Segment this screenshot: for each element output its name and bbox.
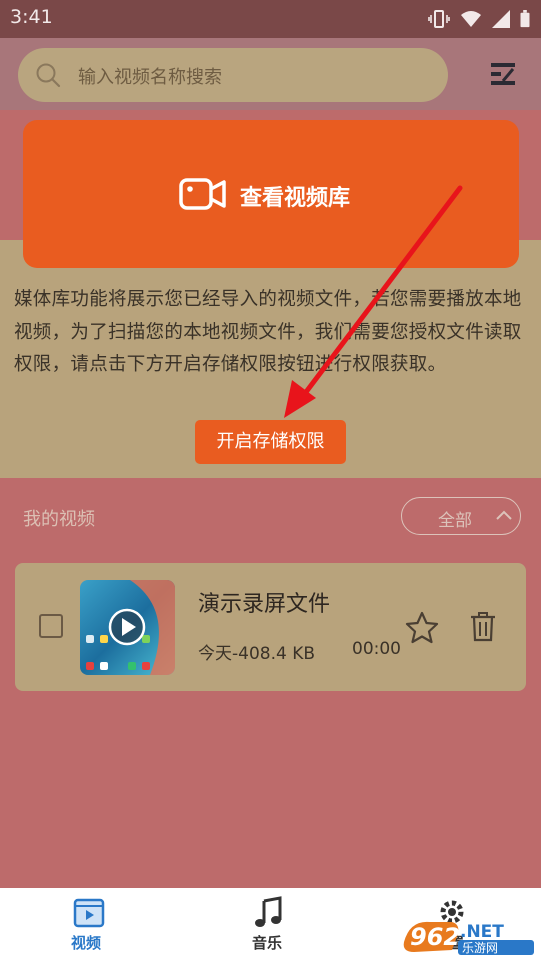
svg-text:962: 962 <box>410 923 460 951</box>
wifi-icon <box>461 11 481 27</box>
filter-label: 全部 <box>438 511 472 531</box>
watermark-logo: 962 .NET 乐游网 <box>400 912 538 956</box>
nav-label-music: 音乐 <box>252 934 283 952</box>
delete-trash-icon[interactable] <box>470 612 496 642</box>
video-thumbnail[interactable] <box>80 580 175 675</box>
svg-text:乐游网: 乐游网 <box>462 941 498 955</box>
battery-icon <box>520 10 530 28</box>
video-thumbnail-image <box>80 580 175 675</box>
nav-label-video: 视频 <box>71 934 102 952</box>
edit-list-icon[interactable] <box>489 61 517 87</box>
video-icon <box>73 898 105 928</box>
music-note-icon <box>255 896 282 927</box>
my-videos-heading: 我的视频 <box>23 509 95 530</box>
select-checkbox[interactable] <box>39 614 63 638</box>
chevron-up-icon <box>496 510 512 520</box>
video-meta: 今天-408.4 KB <box>198 644 316 664</box>
enable-storage-permission-button[interactable]: 开启存储权限 <box>195 420 346 464</box>
status-bar <box>0 0 541 38</box>
nav-tab-video[interactable]: 视频 <box>58 896 120 956</box>
video-title: 演示录屏文件 <box>198 592 331 617</box>
cell-signal-icon <box>492 10 510 28</box>
video-duration: 00:00 <box>352 639 401 659</box>
video-camera-icon <box>179 178 226 210</box>
svg-text:.NET: .NET <box>460 922 504 942</box>
vibrate-icon <box>428 10 450 28</box>
status-time: 3:41 <box>10 6 53 28</box>
search-icon <box>36 63 61 88</box>
nav-tab-music[interactable]: 音乐 <box>238 896 300 956</box>
watermark-logo-image: 962 .NET 乐游网 <box>403 921 534 955</box>
search-placeholder: 输入视频名称搜索 <box>78 67 222 88</box>
annotation-arrow-icon <box>284 185 463 418</box>
favorite-star-icon[interactable] <box>404 610 440 646</box>
